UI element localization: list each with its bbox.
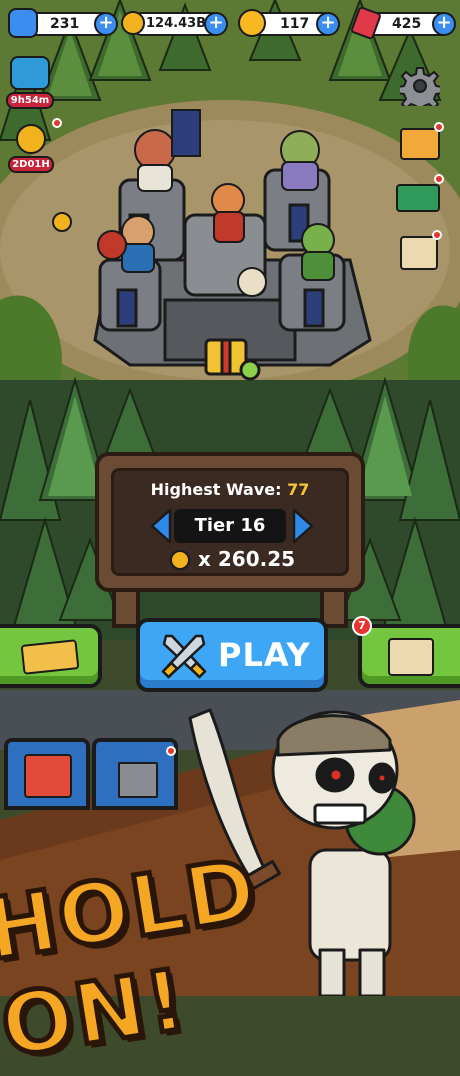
gold-plus-button[interactable]: + — [316, 12, 340, 36]
coins-plus-button[interactable]: + — [204, 12, 228, 36]
ticket-button[interactable] — [0, 624, 102, 688]
treasure-map-icon — [388, 638, 434, 676]
trophy-timer-badge: 2D01H — [8, 156, 54, 173]
gems-value: 231 — [50, 16, 80, 32]
crossed-swords-icon — [161, 634, 207, 679]
highest-wave-value: 77 — [287, 480, 310, 499]
trophy-event-button[interactable]: 2D01H — [6, 118, 62, 176]
settings-button[interactable] — [397, 66, 443, 113]
tab-shop[interactable] — [4, 738, 90, 810]
mail-star-icon — [400, 128, 440, 160]
castle-tower-icon — [118, 762, 158, 798]
gold-value: 117 — [280, 16, 310, 32]
play-button[interactable]: PLAY — [136, 618, 328, 692]
coin-icon — [170, 550, 190, 570]
reward-multiplier-value: x 260.25 — [198, 547, 296, 571]
leaderboard-button[interactable] — [394, 174, 444, 214]
tier-label: Tier 16 — [194, 515, 266, 536]
coins-value: 124.43B — [146, 16, 207, 31]
scroll-quill-icon — [400, 236, 438, 270]
gems-plus-button[interactable]: + — [94, 12, 118, 36]
tier-next-button[interactable] — [290, 508, 316, 544]
quest-count-badge: 7 — [352, 616, 372, 636]
quest-log-notification-dot — [432, 230, 442, 240]
chest-reward-button[interactable]: 9h54m — [6, 54, 54, 114]
mail-notification-dot — [434, 122, 444, 132]
highest-wave-row: Highest Wave: 77 — [95, 480, 365, 499]
golden-ticket-icon — [20, 639, 80, 675]
coin-icon — [121, 11, 145, 35]
gold-coin-icon — [238, 9, 266, 37]
gear-icon — [397, 67, 443, 113]
currency-bar: 231 + 124.43B + 117 + 425 + — [0, 0, 460, 46]
quest-log-button[interactable] — [398, 230, 442, 272]
leaderboard-notification-dot — [434, 174, 444, 184]
tier-prev-button[interactable] — [148, 508, 174, 544]
gem-stack-icon — [8, 8, 38, 38]
play-button-label: PLAY — [218, 636, 311, 674]
tab-castle[interactable] — [92, 738, 178, 810]
gem-chest-icon — [10, 56, 50, 90]
highest-wave-label: Highest Wave: — [150, 480, 282, 499]
shop-stall-icon — [24, 754, 72, 798]
chevron-right-icon — [292, 508, 314, 544]
quest-map-button[interactable] — [358, 624, 460, 688]
medal-icon — [16, 124, 46, 154]
podium-icon — [396, 184, 440, 212]
chest-timer-badge: 9h54m — [6, 92, 54, 109]
trophy-notification-dot — [52, 118, 62, 128]
reward-multiplier-row: x 260.25 — [168, 547, 308, 575]
mail-button[interactable] — [398, 122, 444, 162]
chevron-left-icon — [150, 508, 172, 544]
rubies-plus-button[interactable]: + — [432, 12, 456, 36]
rubies-value: 425 — [392, 16, 422, 32]
